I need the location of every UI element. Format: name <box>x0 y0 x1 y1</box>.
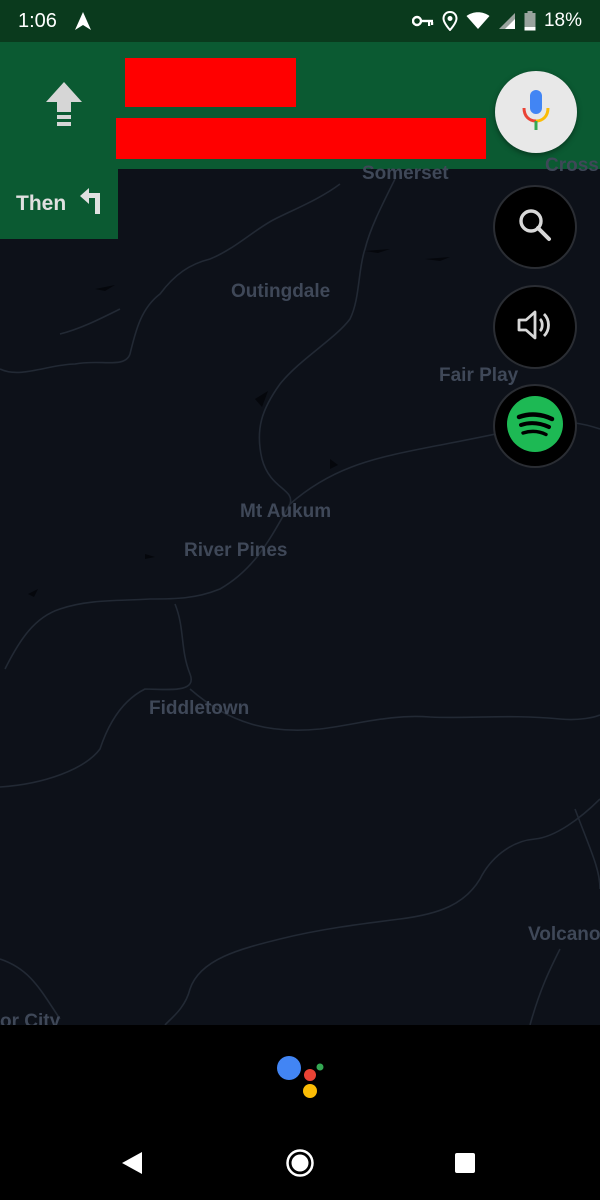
then-next-turn-chip[interactable]: Then <box>0 169 118 239</box>
turn-left-icon <box>66 187 106 221</box>
vpn-key-icon <box>411 14 434 28</box>
voice-search-button[interactable] <box>495 71 577 153</box>
google-assistant-button[interactable] <box>276 1055 326 1101</box>
status-icons: 18% <box>411 10 582 32</box>
map-label-fair-play: Fair Play <box>439 365 519 386</box>
map-label-volcano: Volcano <box>528 924 600 945</box>
then-label: Then <box>16 192 67 215</box>
wifi-icon <box>466 12 490 30</box>
status-bar: 1:06 18% <box>0 0 600 42</box>
spotify-button[interactable] <box>495 386 575 466</box>
map-label-cross: Cross <box>545 155 599 176</box>
volume-button[interactable] <box>495 287 575 367</box>
back-button[interactable] <box>112 1145 152 1185</box>
back-icon <box>120 1151 144 1180</box>
navigation-arrow-icon <box>73 11 93 31</box>
assistant-icon <box>276 1056 326 1105</box>
battery-percent: 18% <box>543 10 582 31</box>
home-icon <box>285 1148 315 1183</box>
straight-arrow-icon <box>44 82 84 133</box>
location-pin-icon <box>442 11 458 31</box>
search-icon <box>517 207 553 248</box>
battery-icon <box>524 11 536 31</box>
redacted-street-name <box>125 58 296 107</box>
recents-icon <box>454 1152 476 1179</box>
redacted-instruction <box>116 118 486 159</box>
map-label-outingdale: Outingdale <box>231 281 331 302</box>
spotify-icon <box>506 395 564 458</box>
recents-button[interactable] <box>445 1145 485 1185</box>
map-label-mt-aukum: Mt Aukum <box>240 501 332 522</box>
volume-icon <box>517 309 553 346</box>
map-label-river-pines: River Pines <box>184 540 288 561</box>
map-label-fiddletown: Fiddletown <box>149 698 250 719</box>
home-button[interactable] <box>280 1145 320 1185</box>
google-mic-icon <box>521 88 551 137</box>
cell-signal-icon <box>498 12 516 30</box>
search-button[interactable] <box>495 187 575 267</box>
status-time: 1:06 <box>18 9 57 32</box>
map-label-somerset: Somerset <box>362 163 449 184</box>
